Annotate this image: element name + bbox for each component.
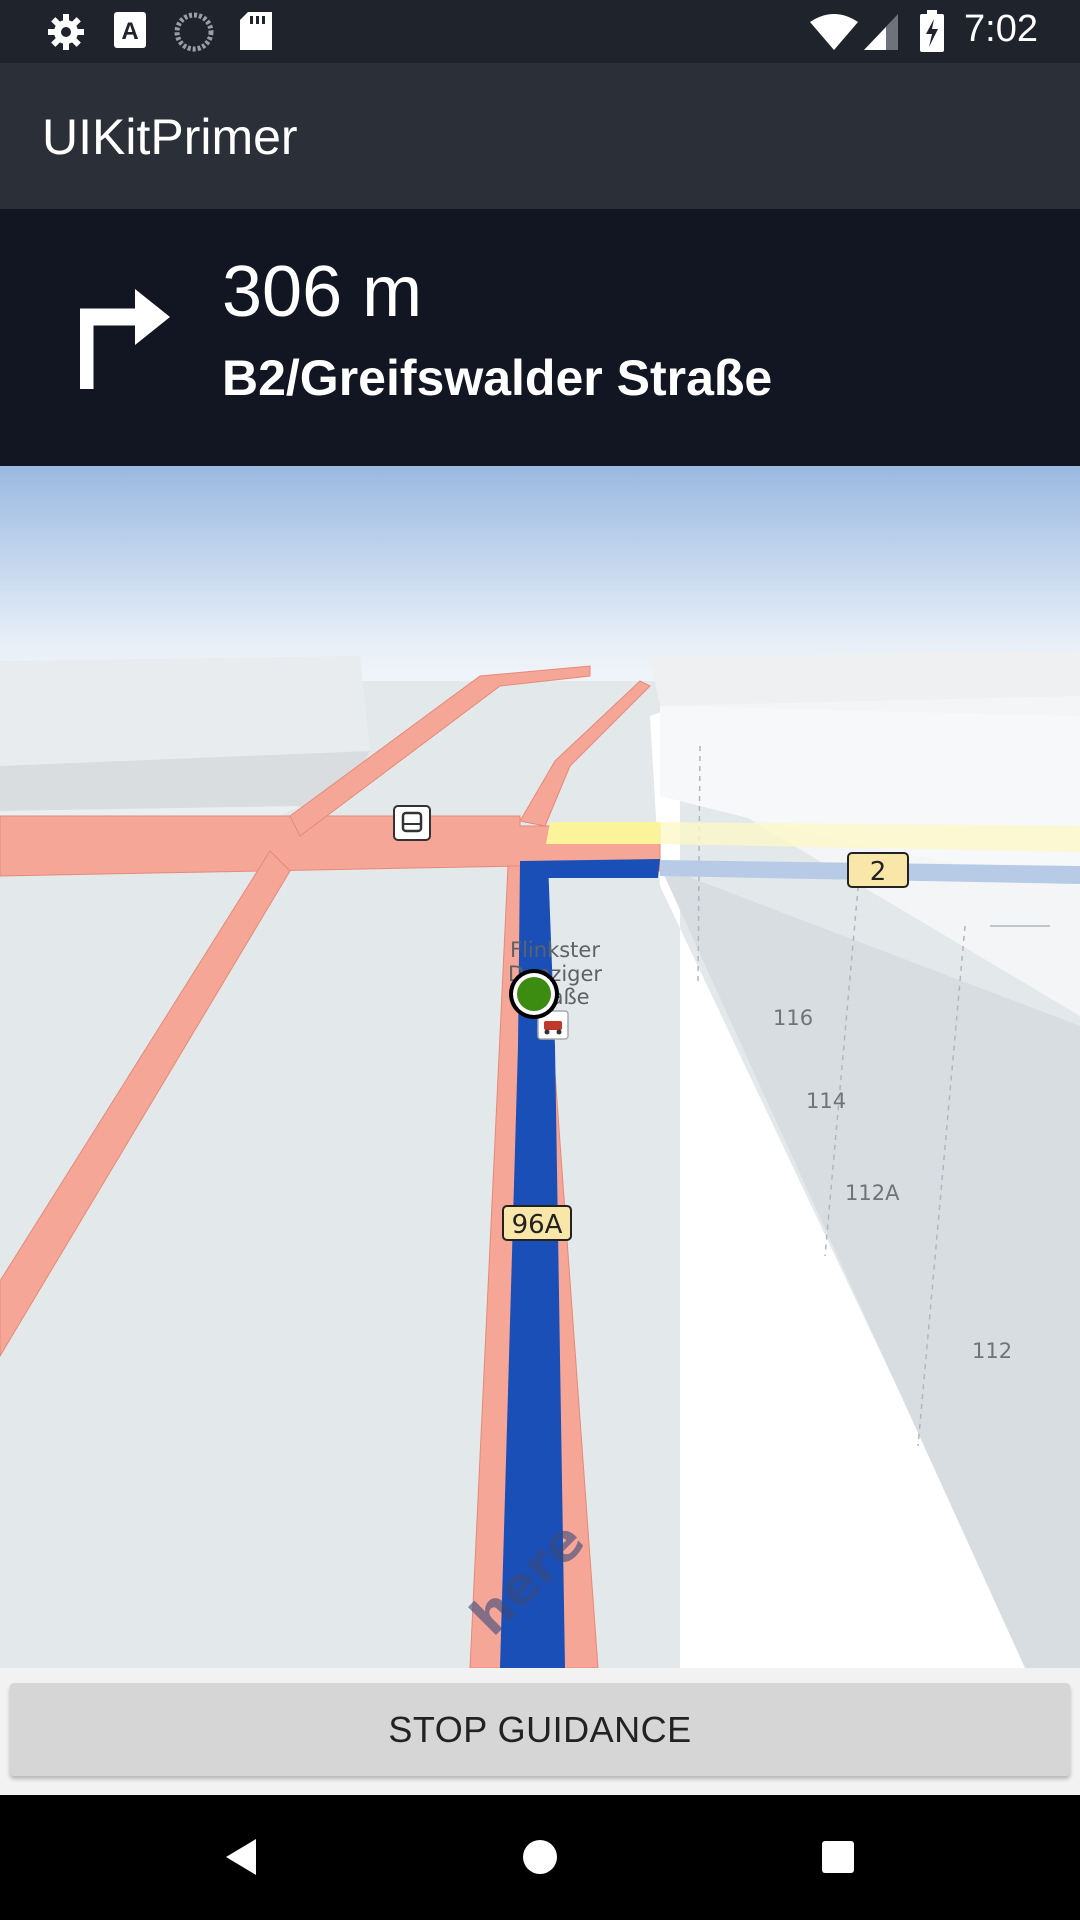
- status-bar: A 7:02: [0, 0, 1080, 63]
- road-b2: [546, 822, 660, 844]
- text-a-icon: A: [114, 12, 146, 48]
- house-number: 112A: [845, 1181, 900, 1205]
- action-area: STOP GUIDANCE: [0, 1668, 1080, 1795]
- house-number: 116: [773, 1006, 813, 1030]
- sync-circle-icon: [174, 12, 214, 52]
- house-number: 114: [806, 1089, 846, 1113]
- maneuver-distance: 306 m: [222, 252, 423, 332]
- stop-guidance-button[interactable]: STOP GUIDANCE: [10, 1683, 1070, 1776]
- back-icon[interactable]: [212, 1827, 272, 1887]
- home-icon[interactable]: [510, 1827, 570, 1887]
- poi-label-line: Flinkster: [510, 938, 600, 962]
- status-time: 7:02: [964, 8, 1038, 50]
- recents-icon[interactable]: [808, 1827, 868, 1887]
- road-shield-96a-label: 96A: [512, 1210, 563, 1240]
- battery-charging-icon: [920, 10, 944, 52]
- settings-icon: [48, 14, 84, 50]
- map-view[interactable]: Flinkster Danziger Straße 2 96A 116 114 …: [0, 466, 1080, 1668]
- sd-card-icon: [240, 12, 272, 50]
- svg-text:A: A: [121, 18, 138, 45]
- system-nav-bar: [0, 1795, 1080, 1920]
- house-number: 112: [972, 1339, 1012, 1363]
- current-position-marker: [509, 969, 559, 1019]
- building: [0, 656, 370, 766]
- road-shield-b2-label: 2: [870, 857, 887, 887]
- signal-icon: [864, 14, 898, 50]
- tram-stop-icon[interactable]: [393, 805, 431, 841]
- app-title: UIKitPrimer: [42, 109, 298, 165]
- maneuver-panel: 306 m B2/Greifswalder Straße: [0, 209, 1080, 466]
- map-canvas: Flinkster Danziger Straße 2 96A 116 114 …: [0, 466, 1080, 1668]
- app-bar: UIKitPrimer: [0, 63, 1080, 209]
- road-shield-96a: 96A: [502, 1205, 572, 1241]
- road-shield-b2: 2: [847, 852, 909, 888]
- wifi-icon: [810, 14, 858, 50]
- maneuver-street: B2/Greifswalder Straße: [222, 350, 773, 406]
- turn-right-arrow-icon: [80, 289, 170, 389]
